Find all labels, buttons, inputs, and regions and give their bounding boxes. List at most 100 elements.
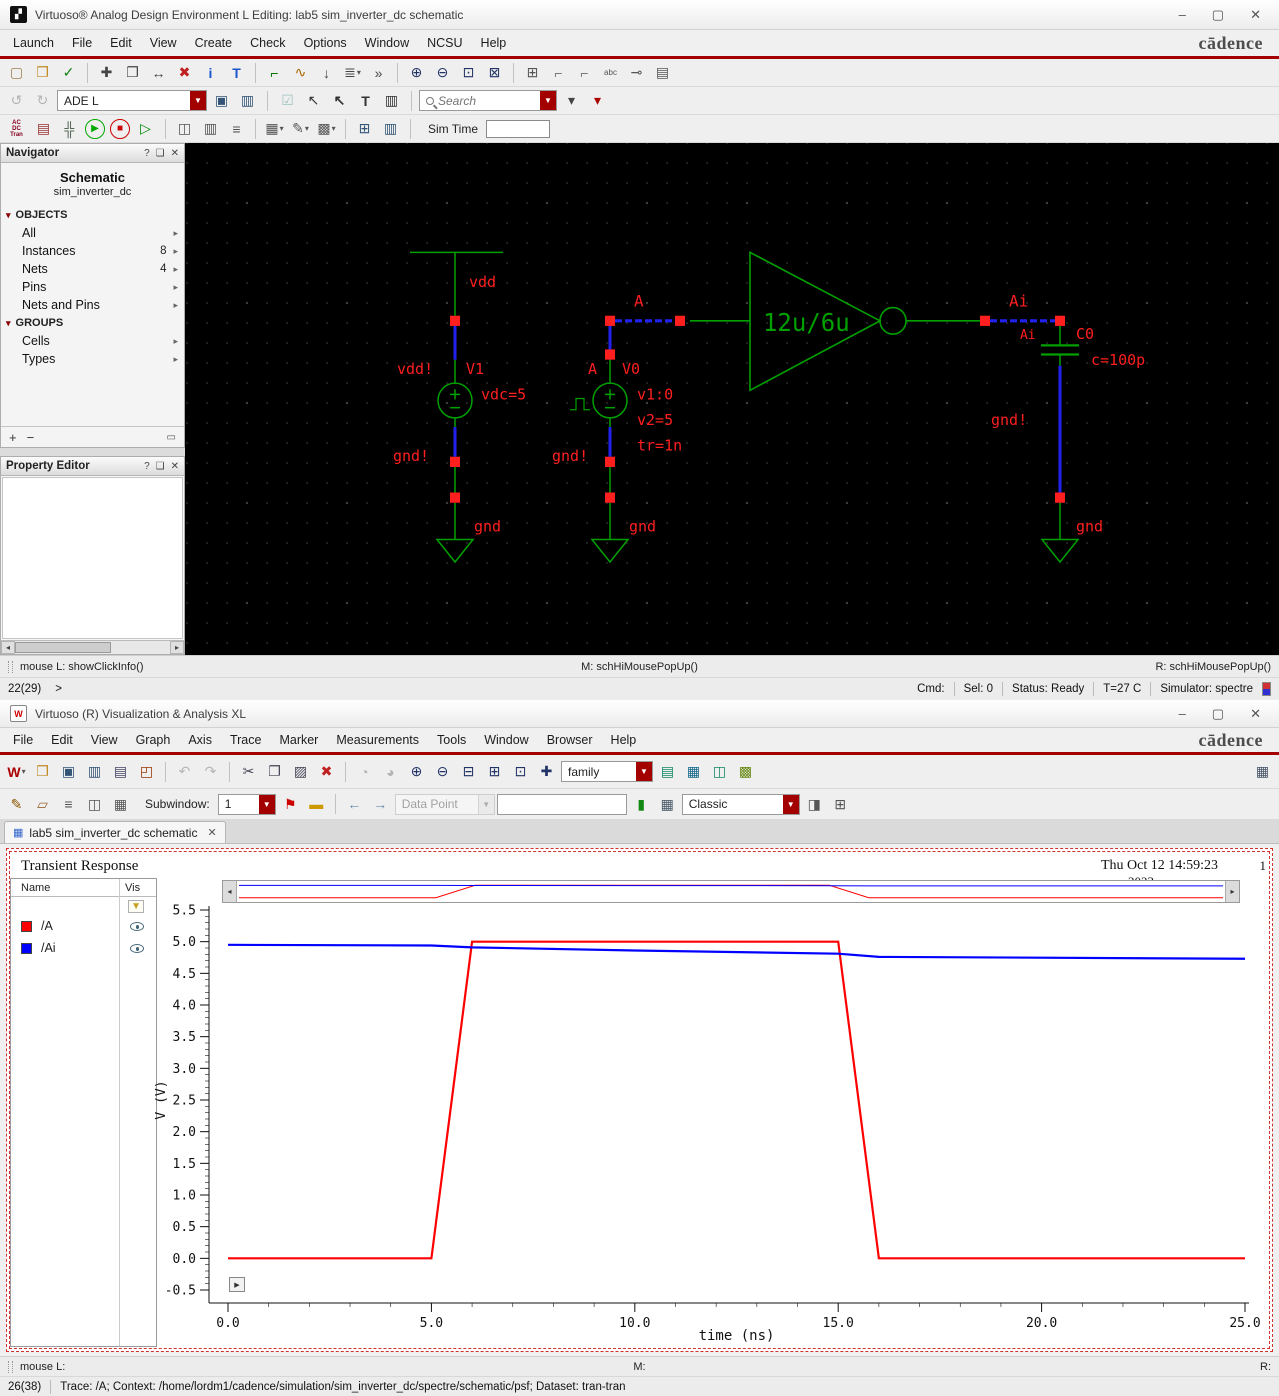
copy-icon[interactable]: ❐ xyxy=(262,760,287,783)
menu-create[interactable]: Create xyxy=(186,32,242,54)
zoom-area-icon[interactable]: ⊠ xyxy=(482,61,507,84)
run-simulation-icon[interactable]: ▶ xyxy=(85,119,105,139)
menu-edit[interactable]: Edit xyxy=(101,32,141,54)
display-options-icon[interactable]: ≣▾ xyxy=(340,61,365,84)
instance-name-c0[interactable]: C0 xyxy=(1076,325,1094,343)
tree-item-nets-and-pins[interactable]: Nets and Pins▸ xyxy=(1,296,184,314)
open-icon[interactable]: ❒ xyxy=(30,760,55,783)
instance-name-v1[interactable]: V1 xyxy=(466,360,484,378)
back-icon[interactable]: ↺ xyxy=(4,89,29,112)
slider-left-arrow-icon[interactable]: ◂ xyxy=(223,881,237,902)
menu-file[interactable]: File xyxy=(4,729,42,751)
analyses-setup-icon[interactable]: AC DC Tran xyxy=(4,117,29,140)
doc-icon[interactable]: ▥ xyxy=(378,117,403,140)
param-tr[interactable]: tr=1n xyxy=(637,436,682,454)
histogram-icon[interactable]: ▮ xyxy=(629,793,654,816)
split-view-icon[interactable]: ◨ xyxy=(802,793,827,816)
expand-arrow-icon[interactable]: ▸ xyxy=(173,264,178,275)
menu-file[interactable]: File xyxy=(63,32,101,54)
zoom-out-icon[interactable]: ⊖ xyxy=(430,760,455,783)
menu-help[interactable]: Help xyxy=(602,729,646,751)
menu-launch[interactable]: Launch xyxy=(4,32,63,54)
trace-name[interactable]: /Ai xyxy=(41,941,56,955)
dock-splitter[interactable] xyxy=(0,448,185,456)
paste-icon[interactable]: ▨ xyxy=(288,760,313,783)
navigator-header[interactable]: Navigator ? ❏ ✕ xyxy=(1,144,184,163)
tab-sim-inverter-dc[interactable]: ▦ lab5 sim_inverter_dc schematic ✕ xyxy=(4,821,226,843)
style-combo[interactable]: Classic ▼ xyxy=(682,794,800,815)
trace-color-swatch[interactable] xyxy=(21,921,32,932)
save-session-icon[interactable]: ▣ xyxy=(209,89,234,112)
stretch-icon[interactable]: ↔ xyxy=(146,61,171,84)
strip-layout-icon[interactable]: ≡ xyxy=(56,793,81,816)
tree-item-pins[interactable]: Pins▸ xyxy=(1,278,184,296)
detach-icon[interactable]: ▭ xyxy=(167,432,176,443)
subwindow-dropdown-icon[interactable]: ▼ xyxy=(259,795,275,814)
datapoint-dropdown-icon[interactable]: ▼ xyxy=(478,795,494,814)
probe-icon[interactable]: ⊸ xyxy=(624,61,649,84)
edit-plot-icon[interactable]: ✎▾ xyxy=(288,117,313,140)
tree-item-all[interactable]: All▸ xyxy=(1,224,184,242)
net-label-vdd[interactable]: vdd xyxy=(469,273,496,291)
trace-row-ai[interactable]: /Ai xyxy=(11,937,156,959)
note-icon[interactable]: ▬ xyxy=(304,793,329,816)
collapse-arrow-icon[interactable]: ▾ xyxy=(6,210,11,221)
menu-graph[interactable]: Graph xyxy=(127,729,180,751)
terminal-label-gnd-v1[interactable]: gnd! xyxy=(393,447,429,465)
inverter-size-label[interactable]: 12u/6u xyxy=(763,308,850,337)
create-bus-icon[interactable]: ∿ xyxy=(288,61,313,84)
menu-edit[interactable]: Edit xyxy=(42,729,82,751)
undo-icon[interactable]: ↶ xyxy=(172,760,197,783)
search-filter-icon[interactable]: ▾ xyxy=(585,89,610,112)
forward-icon[interactable]: ↻ xyxy=(30,89,55,112)
new-cellview-icon[interactable]: ▢ xyxy=(4,61,29,84)
collapse-arrow-icon[interactable]: ▾ xyxy=(6,318,11,329)
family-dropdown-icon[interactable]: ▼ xyxy=(636,762,652,781)
param-v2[interactable]: v2=5 xyxy=(637,411,673,429)
edit-plot-icon-dropdown[interactable]: ▾ xyxy=(305,124,309,133)
datapoint-combo[interactable]: Data Point ▼ xyxy=(395,794,495,815)
menu-marker[interactable]: Marker xyxy=(270,729,327,751)
abc-label-icon[interactable]: abc xyxy=(598,61,623,84)
previous-view-icon[interactable]: ◔ xyxy=(352,760,377,783)
cut-icon[interactable]: ✂ xyxy=(236,760,261,783)
menu-tools[interactable]: Tools xyxy=(428,729,475,751)
next-point-icon[interactable]: → xyxy=(368,793,393,816)
save-icon[interactable]: ✓ xyxy=(56,61,81,84)
split-layout-icon[interactable]: ◫ xyxy=(82,793,107,816)
expand-arrow-icon[interactable]: ▸ xyxy=(173,336,178,347)
table-icon[interactable]: ▦ xyxy=(1250,760,1275,783)
net-label-gnd-v0[interactable]: gnd xyxy=(629,517,656,535)
x-range-slider[interactable]: ◂ ▸ xyxy=(222,880,1240,903)
trace-row-a[interactable]: /A xyxy=(11,915,156,937)
annotate-text-icon[interactable]: T xyxy=(224,61,249,84)
search-go-icon[interactable]: ▼ xyxy=(540,91,556,110)
filter-icon[interactable]: ▼ xyxy=(128,900,144,913)
area-select-icon[interactable]: ▥ xyxy=(379,89,404,112)
point-search-input[interactable] xyxy=(504,797,614,811)
descend-icon[interactable]: ↓ xyxy=(314,61,339,84)
menu-view[interactable]: View xyxy=(82,729,127,751)
grid-layout-icon[interactable]: ▦ xyxy=(108,793,133,816)
close-button[interactable]: ✕ xyxy=(1250,7,1261,23)
plot-mode-icon-dropdown[interactable]: ▾ xyxy=(280,124,284,133)
horizontal-scrollbar[interactable]: ◂ ▸ xyxy=(1,640,184,654)
new-window-icon[interactable]: W▾ xyxy=(4,760,29,783)
probe-pencil-icon[interactable]: ✎ xyxy=(4,793,29,816)
display-options-icon-dropdown[interactable]: ▾ xyxy=(357,68,361,77)
stop-simulation-icon[interactable]: ■ xyxy=(110,119,130,139)
restore-session-icon[interactable]: ▥ xyxy=(235,89,260,112)
next-view-icon[interactable]: ◕ xyxy=(378,760,403,783)
zoom-x-icon[interactable]: ⊟ xyxy=(456,760,481,783)
copy-icon[interactable]: ❐ xyxy=(120,61,145,84)
zoom-out-icon[interactable]: ⊖ xyxy=(430,61,455,84)
net-flag-a[interactable]: A xyxy=(634,291,644,310)
plot-mode-icon[interactable]: ▦▾ xyxy=(262,117,287,140)
menu-options[interactable]: Options xyxy=(295,32,356,54)
overlay-chart-icon[interactable]: ▦ xyxy=(681,760,706,783)
wire-name-icon[interactable]: ⌐ xyxy=(546,61,571,84)
replay-button[interactable]: ▶ xyxy=(229,1277,245,1292)
select-filter-icon[interactable]: ☑ xyxy=(275,89,300,112)
schematic-drawing[interactable]: vdd vdd! V1 vdc=5 gnd! gnd A A V0 v1:0 v… xyxy=(185,143,1279,655)
scroll-left-icon[interactable]: ◂ xyxy=(1,641,15,654)
